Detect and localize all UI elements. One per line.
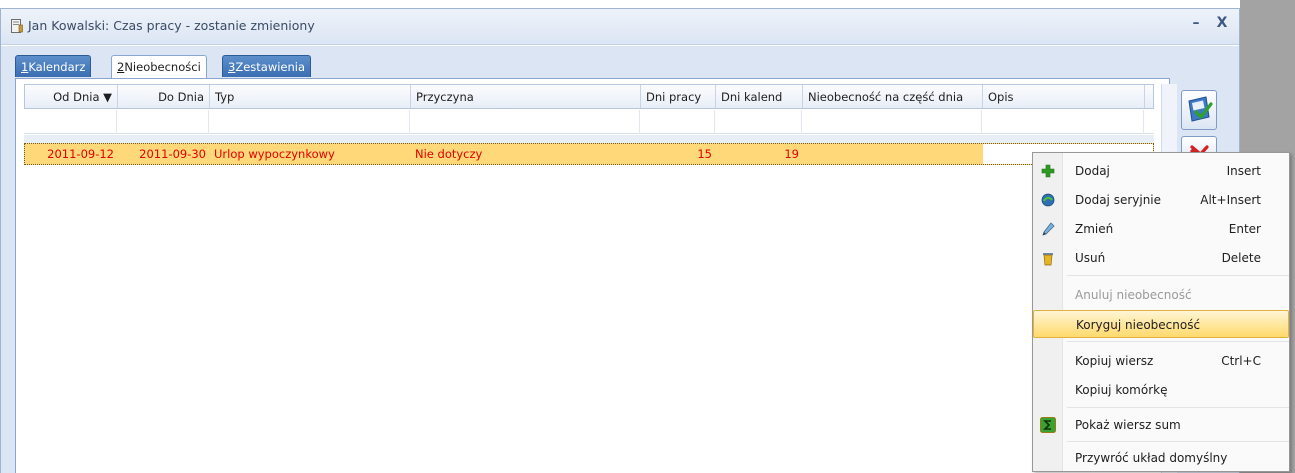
menu-item-dodaj-seryjnie[interactable]: Dodaj seryjnie Alt+Insert [1033, 186, 1289, 214]
menu-separator [1067, 341, 1289, 342]
plus-icon [1041, 164, 1055, 178]
cell-typ[interactable]: Urlop wypoczynkowy [210, 144, 411, 164]
menu-item-shortcut: Insert [1226, 164, 1261, 178]
absence-grid: Od Dnia ▼ Do Dnia Typ Przyczyna Dni prac… [15, 78, 1177, 473]
filter-cell[interactable] [802, 110, 982, 134]
filter-cell[interactable] [640, 110, 715, 134]
filter-cell[interactable] [982, 110, 1144, 134]
column-header-czesc-dnia[interactable]: Nieobecność na część dnia [803, 85, 983, 108]
menu-item-label: Usuń [1075, 251, 1106, 265]
menu-item-shortcut: Ctrl+C [1221, 354, 1261, 368]
menu-item-label: Kopiuj wiersz [1075, 354, 1154, 368]
menu-item-shortcut: Delete [1221, 251, 1261, 265]
column-header-do-dnia[interactable]: Do Dnia [118, 85, 210, 108]
menu-item-label: Kopiuj komórkę [1075, 383, 1168, 397]
cell-przyczyna[interactable]: Nie dotyczy [411, 144, 641, 164]
menu-item-shortcut: Enter [1228, 222, 1261, 236]
menu-separator [1067, 275, 1289, 276]
menu-item-label: Dodaj [1075, 164, 1110, 178]
menu-item-shortcut: Alt+Insert [1200, 193, 1261, 207]
filter-cell[interactable] [209, 110, 410, 134]
menu-separator [1067, 407, 1289, 408]
minimize-button[interactable]: – [1187, 15, 1205, 31]
column-header-przyczyna[interactable]: Przyczyna [411, 85, 641, 108]
menu-item-label: Pokaż wiersz sum [1075, 418, 1181, 432]
title-bar[interactable]: Jan Kowalski: Czas pracy - zostanie zmie… [1, 9, 1239, 45]
column-header-dni-kalend[interactable]: Dni kalend [716, 85, 803, 108]
menu-item-label: Anuluj nieobecność [1075, 288, 1192, 302]
menu-item-zmien[interactable]: Zmień Enter [1033, 215, 1289, 243]
filter-cell[interactable] [715, 110, 802, 134]
trash-icon [1043, 253, 1053, 266]
menu-item-label: Dodaj seryjnie [1075, 193, 1162, 207]
save-button[interactable] [1181, 90, 1217, 130]
menu-item-kopiuj-wiersz[interactable]: Kopiuj wiersz Ctrl+C [1033, 347, 1289, 375]
column-header-opis[interactable]: Opis [983, 85, 1145, 108]
cell-od-dnia[interactable]: 2011-09-12 [25, 144, 118, 164]
cell-dni-kalend[interactable]: 19 [716, 144, 803, 164]
menu-item-label: Przywróć układ domyślny [1075, 451, 1228, 465]
filter-cell[interactable] [24, 110, 117, 134]
menu-separator [1067, 441, 1289, 442]
menu-item-label: Koryguj nieobecność [1076, 318, 1201, 332]
menu-item-usun[interactable]: Usuń Delete [1033, 244, 1289, 272]
menu-item-label: Zmień [1075, 222, 1114, 236]
close-button[interactable]: X [1213, 15, 1231, 31]
grid-header: Od Dnia ▼ Do Dnia Typ Przyczyna Dni prac… [24, 84, 1154, 109]
menu-item-kopiuj-komorke[interactable]: Kopiuj komórkę [1033, 376, 1289, 404]
tab-zestawienia[interactable]: 3Zestawienia [222, 55, 312, 77]
sum-icon [1040, 417, 1056, 433]
menu-item-anuluj-nieobecnosc[interactable]: Anuluj nieobecność [1033, 281, 1289, 309]
cell-dni-pracy[interactable]: 15 [641, 144, 716, 164]
column-header-dni-pracy[interactable]: Dni pracy [641, 85, 716, 108]
tab-nieobecnosci[interactable]: 2Nieobecności [111, 55, 207, 78]
save-icon [1188, 96, 1213, 122]
table-row[interactable]: 2011-09-12 2011-09-30 Urlop wypoczynkowy… [24, 143, 1154, 165]
cell-do-dnia[interactable]: 2011-09-30 [118, 144, 210, 164]
filter-cell[interactable] [410, 110, 640, 134]
tab-nieobecnosci-label: Nieobecności [124, 60, 201, 74]
group-band [24, 135, 1154, 143]
window-title: Jan Kowalski: Czas pracy - zostanie zmie… [28, 18, 315, 33]
edit-pen-icon [1042, 222, 1055, 236]
tab-kalendarz[interactable]: 1Kalendarz [15, 55, 92, 77]
column-header-typ[interactable]: Typ [210, 85, 411, 108]
filter-row[interactable] [24, 110, 1154, 134]
tab-kalendarz-label: Kalendarz [28, 60, 86, 74]
menu-item-dodaj[interactable]: Dodaj Insert [1033, 157, 1289, 185]
tab-zestawienia-label: Zestawienia [235, 60, 306, 74]
cell-czesc-dnia[interactable] [803, 144, 983, 164]
filter-cell[interactable] [117, 110, 209, 134]
menu-item-koryguj-nieobecnosc[interactable]: Koryguj nieobecność [1033, 310, 1289, 338]
menu-item-pokaz-wiersz-sum[interactable]: Pokaż wiersz sum [1033, 411, 1289, 439]
context-menu: Dodaj Insert Dodaj seryjnie Alt+Insert Z… [1032, 152, 1290, 472]
column-header-od-dnia[interactable]: Od Dnia ▼ [25, 85, 118, 108]
document-icon [11, 19, 23, 33]
menu-item-przywroc-uklad[interactable]: Przywróć układ domyślny [1033, 444, 1289, 472]
batch-add-icon [1041, 193, 1055, 207]
